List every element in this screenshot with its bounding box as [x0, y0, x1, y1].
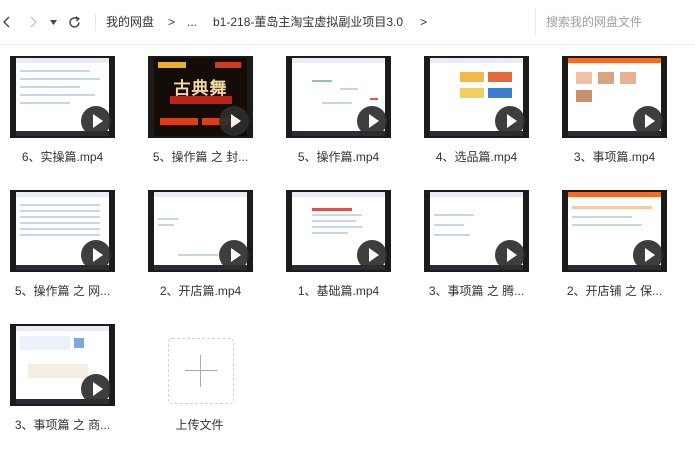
video-thumbnail	[10, 56, 115, 138]
file-item[interactable]: 5、操作篇 之 网...	[0, 190, 125, 312]
breadcrumb-current-folder[interactable]: b1-218-董岛主淘宝虚拟副业项目3.0	[213, 0, 403, 44]
refresh-icon[interactable]	[66, 0, 82, 44]
file-name: 3、事项篇 之 腾...	[428, 284, 525, 298]
play-icon	[357, 106, 387, 136]
video-thumbnail	[286, 56, 391, 138]
breadcrumb-separator: >	[420, 15, 428, 29]
play-icon	[81, 106, 111, 136]
back-arrow-icon[interactable]	[0, 0, 12, 44]
play-icon	[81, 240, 111, 270]
file-item[interactable]: 2、开店铺 之 保...	[552, 190, 677, 312]
breadcrumb-separator: >	[168, 15, 176, 29]
play-icon	[495, 106, 525, 136]
file-name: 3、事项篇.mp4	[573, 150, 656, 164]
play-icon	[633, 240, 663, 270]
video-thumbnail	[286, 190, 391, 272]
file-name: 2、开店铺 之 保...	[566, 284, 663, 298]
file-name: 3、事项篇 之 商...	[14, 418, 111, 432]
search-input[interactable]: 搜索我的网盘文件	[535, 8, 695, 36]
file-name: 1、基础篇.mp4	[297, 284, 380, 298]
video-thumbnail	[148, 190, 253, 272]
file-name: 4、选品篇.mp4	[435, 150, 518, 164]
file-item[interactable]: 5、操作篇.mp4	[276, 56, 401, 178]
file-item[interactable]: 4、选品篇.mp4	[414, 56, 539, 178]
file-item[interactable]: 3、事项篇 之 腾...	[414, 190, 539, 312]
play-icon	[357, 240, 387, 270]
file-name: 5、操作篇 之 封...	[152, 150, 249, 164]
breadcrumb-my-drive[interactable]: 我的网盘	[106, 0, 154, 44]
video-thumbnail	[562, 56, 667, 138]
plus-icon	[185, 370, 217, 371]
video-thumbnail: 古典舞	[148, 56, 253, 138]
play-icon	[81, 374, 111, 404]
play-icon	[633, 106, 663, 136]
video-thumbnail	[10, 324, 115, 406]
file-item[interactable]: 3、事项篇.mp4	[552, 56, 677, 178]
file-item[interactable]: 2、开店篇.mp4	[138, 190, 263, 312]
file-item[interactable]: 1、基础篇.mp4	[276, 190, 401, 312]
file-item[interactable]: 3、事项篇 之 商...	[0, 324, 125, 446]
file-name: 5、操作篇 之 网...	[14, 284, 111, 298]
toolbar-divider	[95, 14, 96, 31]
breadcrumb-ellipsis[interactable]: ...	[187, 0, 197, 44]
video-thumbnail	[562, 190, 667, 272]
history-dropdown-icon[interactable]	[47, 0, 59, 44]
upload-button[interactable]	[168, 338, 234, 404]
file-name: 6、实操篇.mp4	[21, 150, 104, 164]
video-thumbnail	[424, 190, 529, 272]
upload-label: 上传文件	[175, 418, 224, 432]
file-item[interactable]: 古典舞 5、操作篇 之 封...	[138, 56, 263, 178]
file-name: 5、操作篇.mp4	[297, 150, 380, 164]
video-thumbnail	[424, 56, 529, 138]
play-icon	[219, 106, 249, 136]
file-name: 2、开店篇.mp4	[159, 284, 242, 298]
video-thumbnail	[10, 190, 115, 272]
play-icon	[495, 240, 525, 270]
top-toolbar: 我的网盘 > ... b1-218-董岛主淘宝虚拟副业项目3.0 > 搜索我的网…	[0, 0, 695, 45]
play-icon	[219, 240, 249, 270]
forward-arrow-icon[interactable]	[26, 0, 42, 44]
file-item[interactable]: 6、实操篇.mp4	[0, 56, 125, 178]
search-placeholder: 搜索我的网盘文件	[546, 15, 643, 29]
